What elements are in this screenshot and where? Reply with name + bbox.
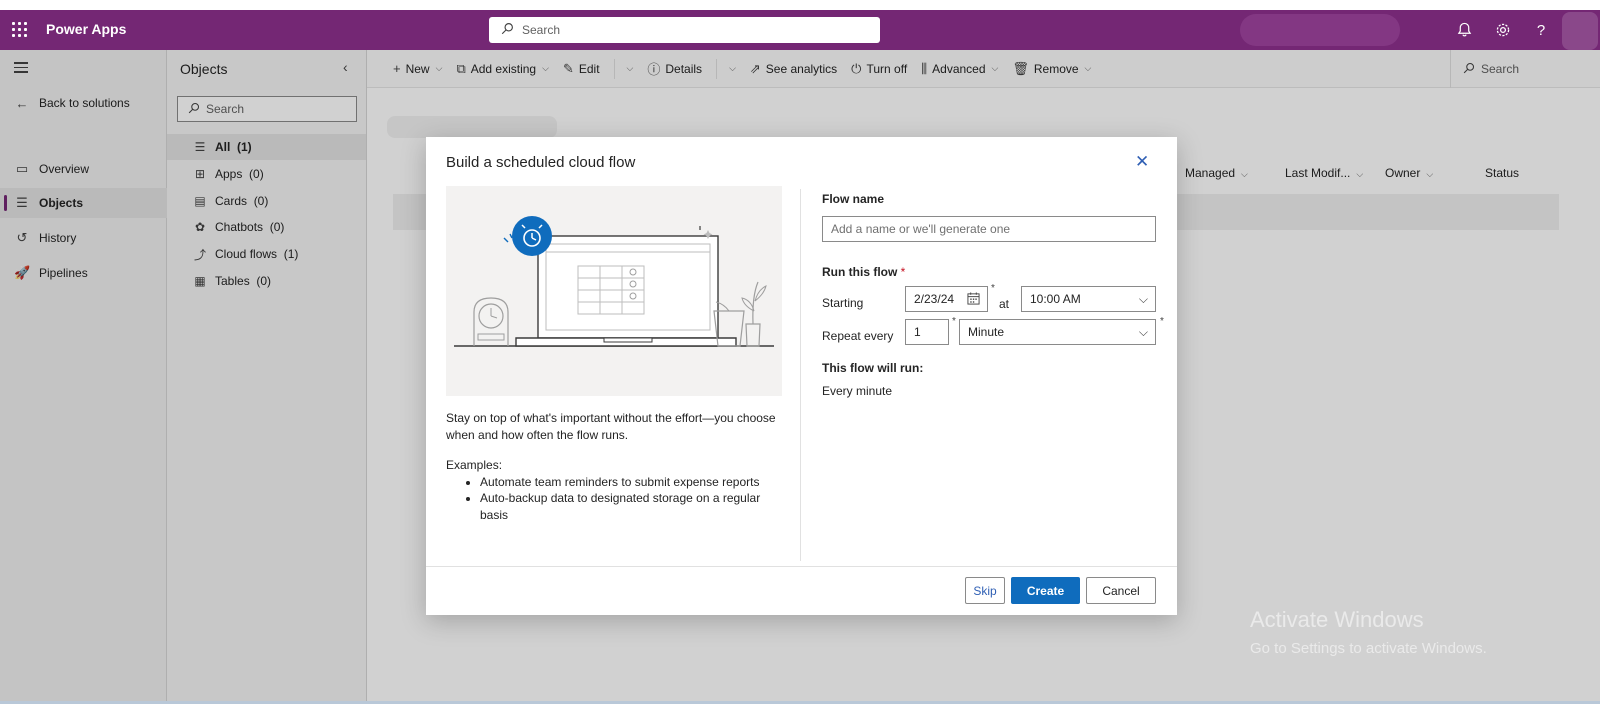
- activate-windows-subtitle: Go to Settings to activate Windows.: [1250, 640, 1487, 657]
- global-search-placeholder: Search: [522, 23, 561, 37]
- flow-name-label: Flow name: [822, 192, 885, 206]
- gear-icon[interactable]: [1493, 20, 1513, 40]
- flow-name-input[interactable]: Add a name or we'll generate one: [822, 216, 1156, 242]
- close-icon[interactable]: ✕: [1135, 152, 1149, 172]
- at-label: at: [999, 297, 1010, 311]
- required-asterisk: *: [1160, 316, 1164, 327]
- redacted-area: [1240, 14, 1400, 46]
- example-item: Auto-backup data to designated storage o…: [480, 490, 782, 523]
- create-button[interactable]: Create: [1011, 577, 1080, 604]
- run-this-flow-label: Run this flow *: [822, 265, 905, 279]
- app-title[interactable]: Power Apps: [46, 21, 126, 37]
- top-strip: [0, 0, 1600, 10]
- help-icon[interactable]: ?: [1531, 20, 1551, 40]
- search-icon: [501, 22, 514, 38]
- laptop-clock-illustration: [454, 216, 774, 347]
- examples-section: Examples: Automate team reminders to sub…: [446, 457, 782, 523]
- dialog-description: Stay on top of what's important without …: [446, 411, 776, 442]
- start-time-select[interactable]: 10:00 AM ⌵: [1021, 286, 1156, 312]
- repeat-every-label: Repeat every: [822, 329, 894, 343]
- scheduled-flow-dialog: Build a scheduled cloud flow ✕ Stay on t…: [426, 137, 1177, 615]
- repeat-unit-select[interactable]: Minute ⌵: [959, 319, 1156, 345]
- required-asterisk: *: [991, 283, 995, 294]
- calendar-icon[interactable]: [967, 292, 980, 308]
- repeat-interval-input[interactable]: 1: [905, 319, 949, 345]
- chevron-down-icon: ⌵: [1138, 292, 1148, 306]
- redacted-avatar: [1562, 12, 1598, 50]
- run-label-text: Run this flow: [822, 265, 898, 279]
- start-time-value: 10:00 AM: [1030, 292, 1081, 306]
- cancel-button[interactable]: Cancel: [1086, 577, 1156, 604]
- required-asterisk: *: [952, 316, 956, 327]
- will-run-value: Every minute: [822, 384, 893, 398]
- examples-list: Automate team reminders to submit expens…: [446, 474, 782, 524]
- repeat-unit-value: Minute: [968, 325, 1005, 339]
- dialog-title: Build a scheduled cloud flow: [446, 154, 636, 171]
- global-search-input[interactable]: Search: [489, 17, 880, 43]
- chevron-down-icon: ⌵: [1138, 325, 1148, 339]
- app-header: Power Apps Search ?: [0, 10, 1600, 50]
- required-marker: *: [900, 265, 906, 279]
- starting-label: Starting: [822, 296, 864, 310]
- start-date-input[interactable]: 2/23/24: [905, 286, 988, 312]
- examples-label: Examples:: [446, 458, 503, 472]
- bell-icon[interactable]: [1454, 20, 1474, 40]
- activate-windows-title: Activate Windows: [1250, 607, 1424, 632]
- skip-button[interactable]: Skip: [965, 577, 1005, 604]
- will-run-label: This flow will run:: [822, 361, 924, 375]
- vertical-divider: [800, 189, 801, 561]
- footer-divider: [426, 566, 1177, 567]
- example-item: Automate team reminders to submit expens…: [480, 474, 782, 491]
- start-date-value: 2/23/24: [914, 292, 955, 306]
- scheduled-flow-illustration: [446, 186, 782, 396]
- waffle-icon[interactable]: [12, 22, 28, 38]
